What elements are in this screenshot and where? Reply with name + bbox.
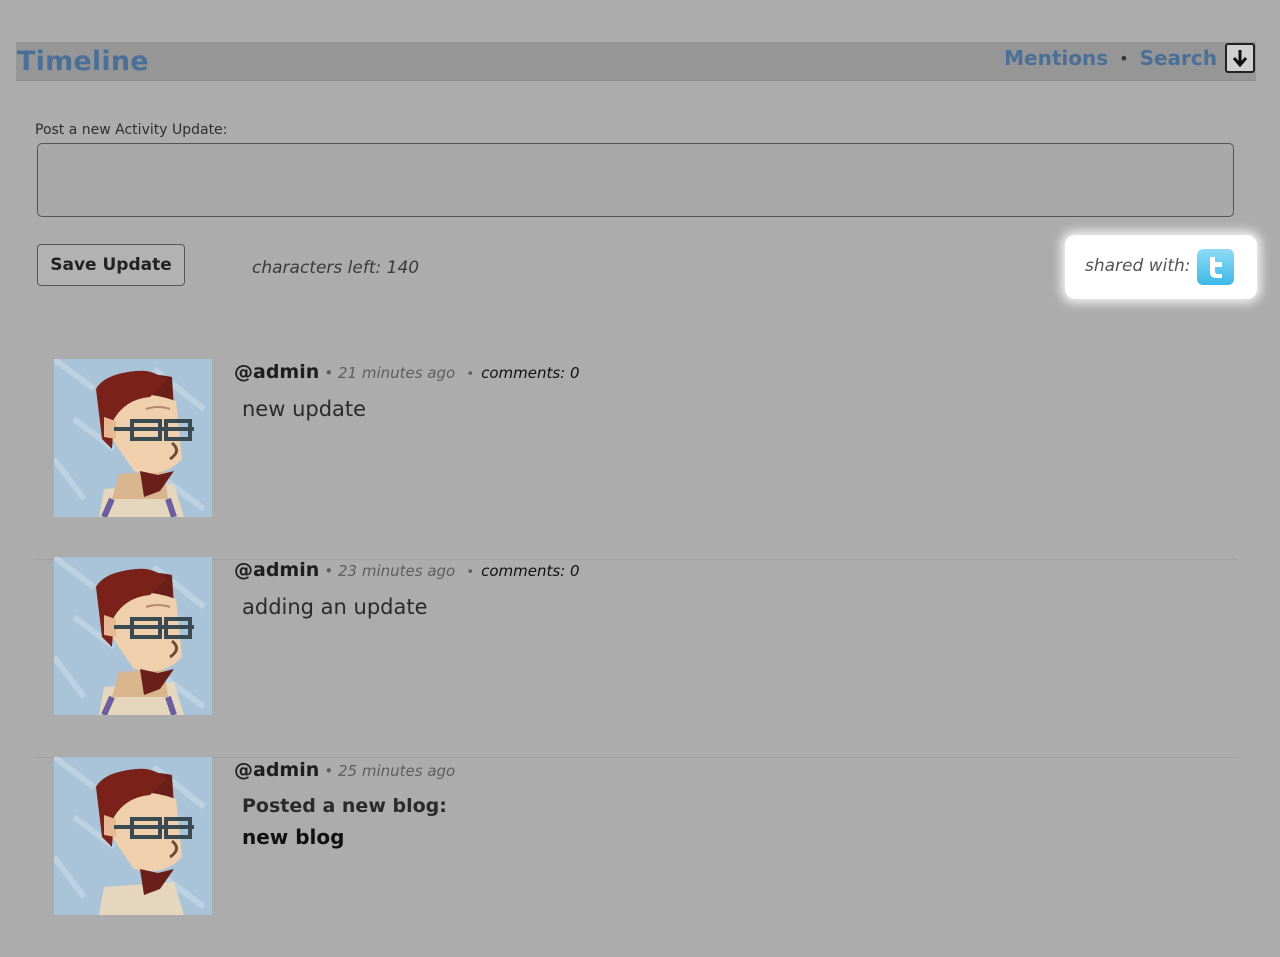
feed-item: @admin • 23 minutes ago • comments: 0 ad… — [35, 557, 1238, 758]
characters-left-counter: characters left: 140 — [252, 258, 420, 278]
avatar[interactable] — [54, 359, 212, 517]
page-title: Timeline — [17, 46, 149, 77]
meta-separator: • — [466, 367, 474, 382]
item-meta: @admin • 23 minutes ago • comments: 0 — [234, 559, 580, 581]
update-text: adding an update — [242, 595, 428, 619]
avatar[interactable] — [54, 557, 212, 715]
dropdown-button[interactable] — [1225, 43, 1255, 73]
item-meta: @admin • 21 minutes ago • comments: 0 — [234, 361, 580, 383]
feed-item: @admin • 21 minutes ago • comments: 0 ne… — [35, 359, 1238, 560]
shared-with-panel: shared with: — [1065, 235, 1257, 299]
username-link[interactable]: @admin — [234, 559, 319, 581]
update-text: new update — [242, 397, 367, 421]
timestamp: • 21 minutes ago — [324, 364, 456, 382]
timestamp: • 25 minutes ago — [324, 762, 456, 780]
save-update-button[interactable]: Save Update — [37, 244, 185, 286]
username-link[interactable]: @admin — [234, 361, 319, 383]
post-update-label: Post a new Activity Update: — [35, 122, 228, 138]
meta-separator: • — [466, 565, 474, 580]
username-link[interactable]: @admin — [234, 759, 319, 781]
header-nav: Mentions • Search — [1004, 42, 1256, 74]
arrow-down-icon — [1232, 50, 1248, 67]
activity-update-input[interactable] — [37, 143, 1234, 217]
comments-link[interactable]: comments: 0 — [481, 562, 579, 580]
blog-post-heading: Posted a new blog: — [242, 795, 447, 817]
search-link[interactable]: Search — [1140, 46, 1217, 70]
admin-avatar-icon — [54, 359, 212, 517]
admin-avatar-icon — [54, 557, 212, 715]
item-meta: @admin • 25 minutes ago — [234, 759, 455, 781]
blog-title-link[interactable]: new blog — [242, 825, 344, 849]
shared-with-label: shared with: — [1085, 256, 1191, 276]
twitter-t-icon — [1210, 257, 1222, 278]
avatar[interactable] — [54, 757, 212, 915]
mentions-link[interactable]: Mentions — [1004, 46, 1108, 70]
twitter-icon[interactable] — [1197, 249, 1234, 285]
admin-avatar-icon — [54, 757, 212, 915]
comments-link[interactable]: comments: 0 — [481, 364, 579, 382]
timestamp: • 23 minutes ago — [324, 562, 456, 580]
feed-item: @admin • 25 minutes ago Posted a new blo… — [35, 757, 1238, 957]
nav-separator: • — [1119, 48, 1129, 68]
timeline-header: Timeline Mentions • Search — [16, 42, 1256, 81]
